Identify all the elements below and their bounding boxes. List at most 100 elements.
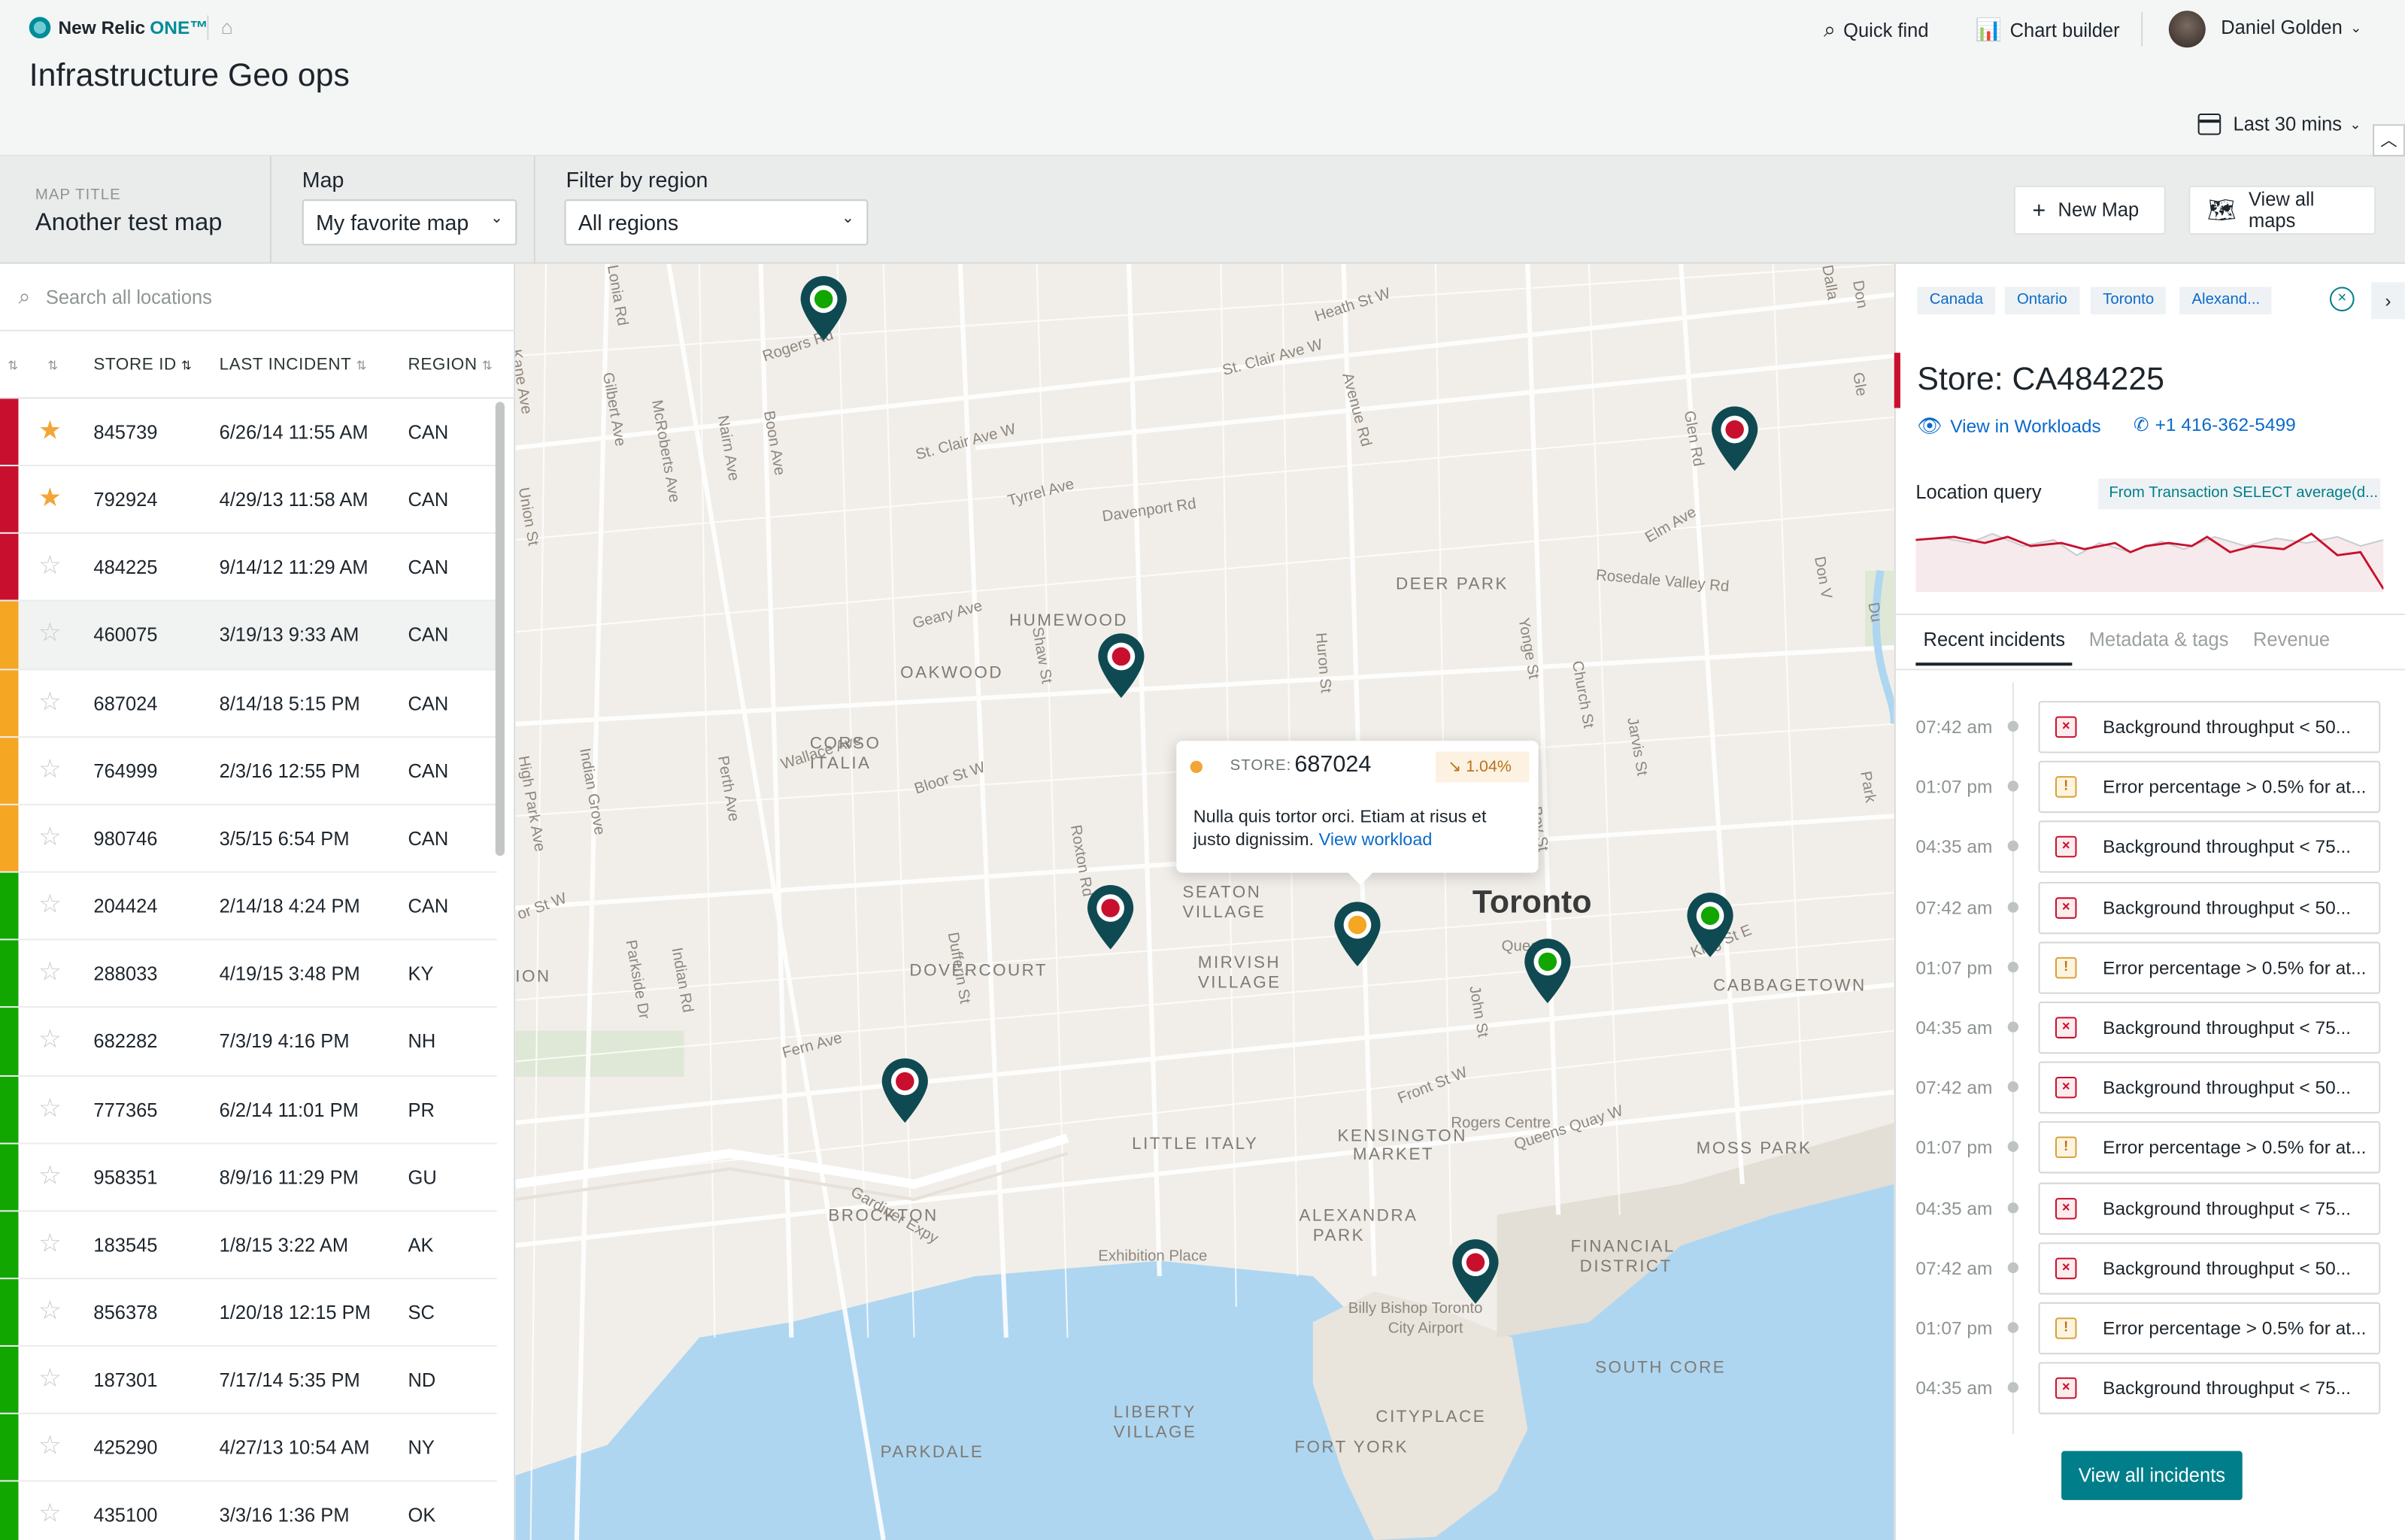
incident-card[interactable]: × Background throughput < 50... xyxy=(2038,881,2381,934)
star-icon[interactable]: ☆ xyxy=(38,1298,62,1324)
table-row[interactable]: ☆ 687024 8/14/18 5:15 PM CAN xyxy=(0,669,497,738)
incident-item[interactable]: 07:42 am × Background throughput < 50... xyxy=(1915,1241,2383,1295)
table-row[interactable]: ☆ 183545 1/8/15 3:22 AM AK xyxy=(0,1211,497,1280)
incident-card[interactable]: ! Error percentage > 0.5% for at... xyxy=(2038,1121,2381,1175)
incident-card[interactable]: × Background throughput < 50... xyxy=(2038,1241,2381,1295)
incident-card[interactable]: × Background throughput < 75... xyxy=(2038,1001,2381,1054)
star-icon[interactable]: ☆ xyxy=(38,756,62,782)
incident-item[interactable]: 04:35 am × Background throughput < 75... xyxy=(1915,1181,2383,1235)
tab-revenue[interactable]: Revenue xyxy=(2253,629,2330,650)
chart-builder-button[interactable]: 📊 Chart builder xyxy=(1976,17,2120,43)
table-row[interactable]: ☆ 764999 2/3/16 12:55 PM CAN xyxy=(0,737,497,805)
incident-card[interactable]: × Background throughput < 75... xyxy=(2038,1362,2381,1415)
star-icon[interactable]: ☆ xyxy=(38,1094,62,1120)
map-pin[interactable] xyxy=(1521,937,1573,1005)
table-row[interactable]: ☆ 425290 4/27/13 10:54 AM NY xyxy=(0,1414,497,1483)
table-row[interactable]: ☆ 288033 4/19/15 3:48 PM KY xyxy=(0,940,497,1008)
incident-card[interactable]: × Background throughput < 75... xyxy=(2038,821,2381,874)
star-icon[interactable]: ★ xyxy=(38,485,62,511)
column-last-incident[interactable]: LAST INCIDENT ⇅ xyxy=(220,356,367,374)
star-icon[interactable]: ☆ xyxy=(38,1433,62,1460)
incident-item[interactable]: 04:35 am × Background throughput < 75... xyxy=(1915,1001,2383,1054)
star-icon[interactable]: ☆ xyxy=(38,688,62,714)
sort-icon[interactable]: ⇅ xyxy=(3,356,18,374)
incident-item[interactable]: 01:07 pm! Error percentage > 0.5% for at.… xyxy=(1915,1121,2383,1175)
incident-item[interactable]: 04:35 am × Background throughput < 75... xyxy=(1915,1362,2383,1415)
table-row[interactable]: ☆ 204424 2/14/18 4:24 PM CAN xyxy=(0,872,497,941)
scrollbar[interactable] xyxy=(495,402,505,856)
map-pin[interactable] xyxy=(1684,891,1736,959)
map-pin[interactable] xyxy=(1084,884,1136,951)
user-menu[interactable]: Daniel Golden ⌄ xyxy=(2221,17,2361,38)
star-icon[interactable]: ☆ xyxy=(38,620,62,647)
breadcrumb-item[interactable]: Ontario xyxy=(2004,286,2080,315)
query-text[interactable]: From Transaction SELECT average(d... xyxy=(2098,478,2381,510)
search-input[interactable]: Search all locations xyxy=(46,286,212,308)
close-icon[interactable]: × xyxy=(2330,286,2355,312)
map-pin[interactable] xyxy=(1709,405,1761,473)
star-icon[interactable]: ☆ xyxy=(38,1162,62,1188)
column-store-id[interactable]: STORE ID ⇅ xyxy=(93,356,192,374)
home-icon[interactable]: ⌂ xyxy=(221,17,241,37)
map-pin[interactable] xyxy=(879,1056,931,1124)
table-row[interactable]: ☆ 484225 9/14/12 11:29 AM CAN xyxy=(0,534,497,602)
view-workload-link[interactable]: View workload xyxy=(1319,832,1433,850)
region-select[interactable]: All regions ⌄ xyxy=(564,199,869,246)
star-icon[interactable]: ☆ xyxy=(38,1230,62,1257)
breadcrumb-item[interactable]: Toronto xyxy=(2090,286,2167,315)
map-pin[interactable] xyxy=(1095,632,1147,699)
collapse-button[interactable]: ︿ xyxy=(2373,124,2405,157)
view-all-incidents-button[interactable]: View all incidents xyxy=(2061,1451,2243,1500)
incident-item[interactable]: 07:42 am × Background throughput < 50... xyxy=(1915,881,2383,934)
star-icon[interactable]: ☆ xyxy=(38,959,62,985)
table-row[interactable]: ★ 845739 6/26/14 11:55 AM CAN xyxy=(0,399,497,467)
quick-find-button[interactable]: ⌕ Quick find xyxy=(1824,17,1929,43)
view-in-workloads-link[interactable]: 👁 View in Workloads xyxy=(1917,414,2100,439)
star-icon[interactable]: ☆ xyxy=(38,1366,62,1392)
incident-item[interactable]: 01:07 pm! Error percentage > 0.5% for at.… xyxy=(1915,761,2383,814)
sort-icon[interactable]: ⇅ xyxy=(43,356,58,374)
star-icon[interactable]: ★ xyxy=(38,417,62,444)
incident-item[interactable]: 04:35 am × Background throughput < 75... xyxy=(1915,821,2383,874)
incident-card[interactable]: × Background throughput < 50... xyxy=(2038,701,2381,753)
breadcrumb-item[interactable]: Alexand... xyxy=(2179,286,2273,315)
table-row[interactable]: ☆ 958351 8/9/16 11:29 PM GU xyxy=(0,1143,497,1212)
new-relic-logo[interactable]: New Relic ONE™ xyxy=(29,17,208,38)
map-pin[interactable] xyxy=(1331,900,1383,968)
star-icon[interactable]: ☆ xyxy=(38,1026,62,1053)
map-view[interactable]: Toronto DEER PARK HUMEWOOD OAKWOOD CORSO ITA… xyxy=(515,263,1894,1540)
table-row[interactable]: ☆ 435100 3/3/16 1:36 PM OK xyxy=(0,1482,497,1540)
incident-item[interactable]: 07:42 am × Background throughput < 50... xyxy=(1915,701,2383,753)
incident-item[interactable]: 07:42 am × Background throughput < 50... xyxy=(1915,1061,2383,1114)
star-icon[interactable]: ☆ xyxy=(38,553,62,579)
map-pin[interactable] xyxy=(798,274,850,342)
avatar[interactable] xyxy=(2168,11,2206,48)
column-region[interactable]: REGION ⇅ xyxy=(408,356,493,374)
time-picker[interactable]: Last 30 mins ⌄ xyxy=(2197,113,2361,135)
star-icon[interactable]: ☆ xyxy=(38,1501,62,1527)
table-row[interactable]: ☆ 682282 7/3/19 4:16 PM NH xyxy=(0,1008,497,1076)
tab-metadata-tags[interactable]: Metadata & tags xyxy=(2089,629,2229,650)
breadcrumb-item[interactable]: Canada xyxy=(1917,286,1996,315)
incident-card[interactable]: ! Error percentage > 0.5% for at... xyxy=(2038,761,2381,814)
new-map-button[interactable]: + New Map xyxy=(2013,185,2166,235)
table-row[interactable]: ☆ 460075 3/19/13 9:33 AM CAN xyxy=(0,602,497,670)
incident-card[interactable]: × Background throughput < 50... xyxy=(2038,1061,2381,1114)
table-row[interactable]: ★ 792924 4/29/13 11:58 AM CAN xyxy=(0,466,497,535)
search-locations[interactable]: ⌕ Search all locations xyxy=(0,264,516,332)
incident-item[interactable]: 01:07 pm! Error percentage > 0.5% for at.… xyxy=(1915,941,2383,994)
table-row[interactable]: ☆ 856378 1/20/18 12:15 PM SC xyxy=(0,1279,497,1348)
table-row[interactable]: ☆ 777365 6/2/14 11:01 PM PR xyxy=(0,1075,497,1144)
chevron-right-icon[interactable]: › xyxy=(2371,282,2405,320)
table-row[interactable]: ☆ 187301 7/17/14 5:35 PM ND xyxy=(0,1347,497,1415)
incident-card[interactable]: ! Error percentage > 0.5% for at... xyxy=(2038,941,2381,994)
map-pin[interactable] xyxy=(1449,1238,1501,1305)
incident-card[interactable]: ! Error percentage > 0.5% for at... xyxy=(2038,1302,2381,1355)
incident-card[interactable]: × Background throughput < 75... xyxy=(2038,1181,2381,1235)
star-icon[interactable]: ☆ xyxy=(38,823,62,850)
table-row[interactable]: ☆ 980746 3/5/15 6:54 PM CAN xyxy=(0,805,497,873)
incident-item[interactable]: 01:07 pm! Error percentage > 0.5% for at.… xyxy=(1915,1302,2383,1355)
map-select[interactable]: My favorite map ⌄ xyxy=(302,199,517,246)
tab-recent-incidents[interactable]: Recent incidents xyxy=(1924,629,2065,650)
view-all-maps-button[interactable]: 🗺 View all maps xyxy=(2188,185,2376,235)
